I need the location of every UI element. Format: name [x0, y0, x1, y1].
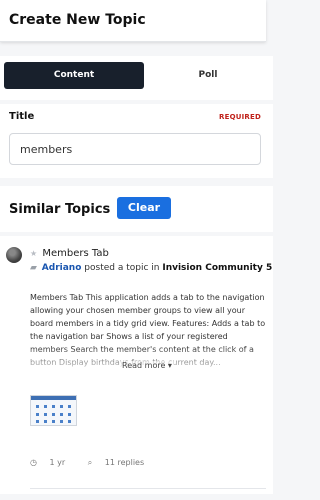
- read-more-label: Read more: [122, 361, 166, 370]
- thumbnail-dot: [52, 413, 55, 416]
- forum-link[interactable]: Invision Community 5: [162, 263, 272, 273]
- thumbnail-dot: [36, 420, 39, 423]
- read-more-link[interactable]: Read more ▾: [120, 361, 174, 370]
- avatar[interactable]: [6, 247, 22, 263]
- replies-icon: ⌕: [87, 458, 93, 467]
- thumbnail-dot: [52, 420, 55, 423]
- thumbnail-dot: [44, 405, 47, 408]
- title-field-group: Title REQUIRED: [0, 104, 273, 178]
- replies-label: 11 replies: [104, 458, 145, 467]
- time-label: 1 yr: [49, 458, 66, 467]
- editor-tabs: Content Poll: [0, 56, 273, 100]
- chevron-down-icon: ▾: [167, 361, 172, 370]
- divider: [30, 488, 266, 489]
- star-icon: ★: [30, 249, 38, 258]
- time-stat: ◷ 1 yr: [30, 458, 75, 467]
- clock-icon: ◷: [30, 458, 37, 467]
- page-title: Create New Topic: [9, 12, 146, 28]
- thumbnail-dot: [60, 405, 63, 408]
- similar-topics-heading: Similar Topics: [9, 202, 111, 217]
- topic-thumbnail[interactable]: [30, 395, 77, 426]
- thumbnail-header-bar: [31, 396, 76, 400]
- required-badge: REQUIRED: [219, 113, 261, 121]
- meta-action-text: posted a topic in: [84, 263, 160, 273]
- thumbnail-dot: [44, 413, 47, 416]
- thumbnail-dot: [60, 413, 63, 416]
- title-input[interactable]: [9, 133, 261, 165]
- thumbnail-dot: [36, 413, 39, 416]
- topic-meta: ▰ Adriano posted a topic in Invision Com…: [30, 263, 272, 273]
- similar-topic-item: ★ Members Tab ▰ Adriano posted a topic i…: [0, 236, 273, 494]
- replies-stat: ⌕ 11 replies: [88, 458, 154, 467]
- similar-topics-header: Similar Topics Clear: [0, 186, 273, 232]
- comment-icon: ▰: [30, 263, 37, 273]
- author-link[interactable]: Adriano: [42, 263, 82, 273]
- thumbnail-dot: [52, 405, 55, 408]
- page-header: Create New Topic: [0, 0, 266, 42]
- tab-content[interactable]: Content: [4, 62, 144, 89]
- topic-stats: ◷ 1 yr ⌕ 11 replies: [30, 458, 164, 468]
- topic-title-row: ★ Members Tab: [30, 248, 109, 259]
- clear-button[interactable]: Clear: [117, 197, 171, 219]
- thumbnail-dot: [36, 405, 39, 408]
- thumbnail-dot: [68, 413, 71, 416]
- title-label: Title: [9, 111, 35, 122]
- tab-poll[interactable]: Poll: [148, 62, 268, 89]
- thumbnail-dot: [68, 405, 71, 408]
- thumbnail-dot: [68, 420, 71, 423]
- topic-title-link[interactable]: Members Tab: [42, 248, 108, 259]
- thumbnail-dot: [44, 420, 47, 423]
- thumbnail-dot: [60, 420, 63, 423]
